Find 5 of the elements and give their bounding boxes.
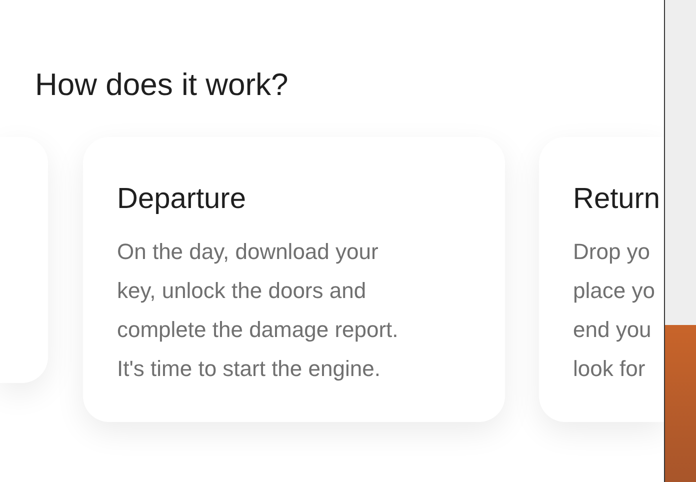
step-title: Departure [117,182,247,217]
step-description: On the day, download your key, unlock the doors and complete the damage report. It's time to start the engine. [117,238,400,383]
section-heading: How does it work? [35,66,288,104]
step-description: Drop yo place yo end you look for [573,238,656,383]
step-title: Return [573,182,662,217]
